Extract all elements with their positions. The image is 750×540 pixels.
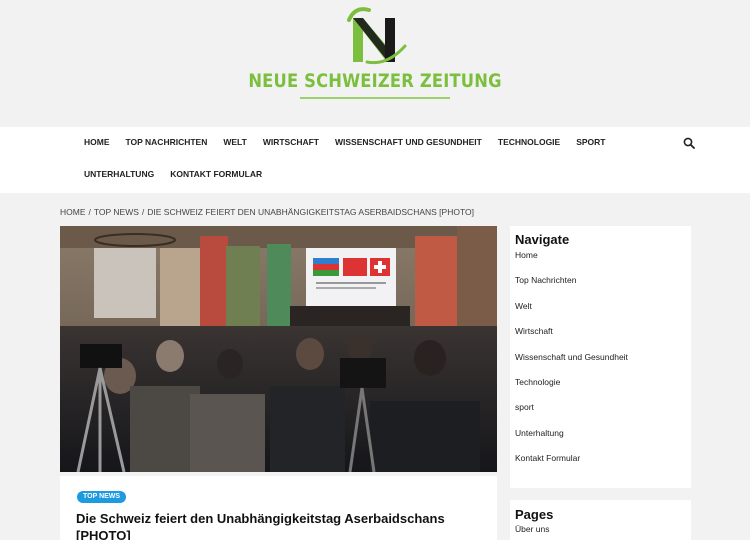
navigate-item-welt[interactable]: Welt	[515, 301, 628, 326]
breadcrumb-current: DIE SCHWEIZ FEIERT DEN UNABHÄNGIGKEITSTA…	[147, 207, 474, 217]
site-header: NEUE SCHWEIZER ZEITUNG	[0, 0, 750, 127]
navigate-item-technologie[interactable]: Technologie	[515, 377, 628, 402]
nav-item-technologie[interactable]: TECHNOLOGIE	[498, 137, 560, 151]
nav-item-wirtschaft[interactable]: WIRTSCHAFT	[263, 137, 319, 151]
article-card: TOP NEWS Die Schweiz feiert den Unabhäng…	[60, 476, 497, 540]
navigate-item-wissenschaft[interactable]: Wissenschaft und Gesundheit	[515, 352, 628, 377]
pages-widget: Pages Über uns	[510, 500, 691, 540]
navigate-item-kontakt-formular[interactable]: Kontakt Formular	[515, 453, 628, 478]
nav-item-welt[interactable]: WELT	[223, 137, 246, 151]
site-logo[interactable]	[343, 4, 409, 66]
nav-row-secondary: UNTERHALTUNG KONTAKT FORMULAR	[84, 169, 278, 183]
article-hero-image[interactable]	[60, 226, 497, 472]
category-badge[interactable]: TOP NEWS	[77, 491, 127, 503]
nav-item-unterhaltung[interactable]: UNTERHALTUNG	[84, 169, 154, 183]
nav-item-home[interactable]: HOME	[84, 137, 110, 151]
site-title[interactable]: NEUE SCHWEIZER ZEITUNG	[53, 70, 698, 92]
navigate-item-unterhaltung[interactable]: Unterhaltung	[515, 428, 628, 453]
nav-item-kontakt-formular[interactable]: KONTAKT FORMULAR	[170, 169, 262, 183]
breadcrumb: HOME / TOP NEWS / DIE SCHWEIZ FEIERT DEN UNA…	[60, 207, 474, 217]
nav-item-top-nachrichten[interactable]: TOP NACHRICHTEN	[126, 137, 208, 151]
breadcrumb-home[interactable]: HOME	[60, 207, 86, 217]
article-title[interactable]: Die Schweiz feiert den Unabhängigkeitsta…	[76, 510, 476, 540]
title-underline	[300, 97, 450, 99]
navigate-item-home[interactable]: Home	[515, 250, 628, 275]
nav-row-primary: HOME TOP NACHRICHTEN WELT WIRTSCHAFT WIS…	[84, 137, 622, 151]
nav-item-wissenschaft[interactable]: WISSENSCHAFT UND GESUNDHEIT	[335, 137, 482, 151]
pages-list: Über uns	[515, 524, 550, 540]
event-photo	[60, 226, 497, 472]
breadcrumb-top-news[interactable]: TOP NEWS	[94, 207, 139, 217]
navigate-item-wirtschaft[interactable]: Wirtschaft	[515, 326, 628, 351]
navigate-item-sport[interactable]: sport	[515, 402, 628, 427]
navigate-list: Home Top Nachrichten Welt Wirtschaft Wis…	[515, 250, 628, 479]
nav-item-sport[interactable]: SPORT	[576, 137, 605, 151]
main-navigation: HOME TOP NACHRICHTEN WELT WIRTSCHAFT WIS…	[0, 127, 750, 193]
widget-title: Navigate	[515, 232, 570, 247]
breadcrumb-separator: /	[141, 207, 145, 217]
breadcrumb-separator: /	[88, 207, 91, 217]
search-icon[interactable]	[683, 137, 695, 149]
widget-title: Pages	[515, 507, 554, 522]
navigate-widget: Navigate Home Top Nachrichten Welt Wirts…	[510, 226, 691, 488]
pages-item-ueber-uns[interactable]: Über uns	[515, 524, 550, 540]
navigate-item-top-nachrichten[interactable]: Top Nachrichten	[515, 275, 628, 300]
